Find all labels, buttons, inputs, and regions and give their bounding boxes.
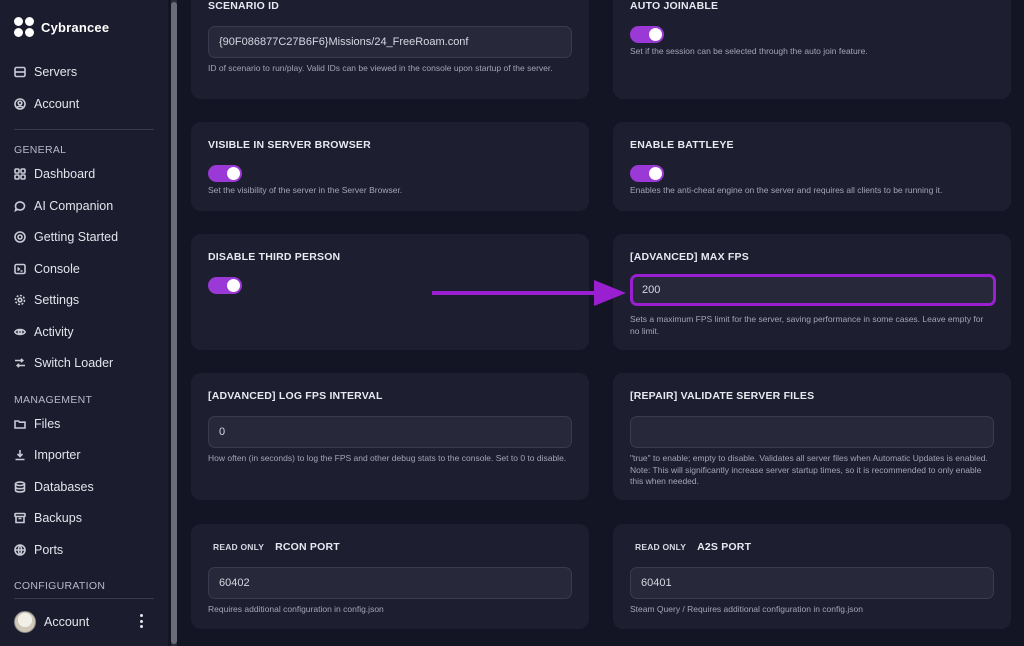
terminal-icon: [14, 263, 26, 275]
card-description: Requires additional configuration in con…: [208, 604, 384, 614]
sidebar-item-ports[interactable]: Ports: [14, 541, 63, 559]
sidebar-item-console[interactable]: Console: [14, 260, 80, 278]
server-icon: [14, 66, 26, 78]
sidebar-item-databases[interactable]: Databases: [14, 478, 94, 496]
gear-icon: [14, 294, 26, 306]
card-description: ID of scenario to run/play. Valid IDs ca…: [208, 63, 553, 73]
card-scenario-id: SCENARIO ID {90F086877C27B6F6}Missions/2…: [191, 0, 589, 99]
sidebar-item-importer[interactable]: Importer: [14, 446, 81, 464]
card-title: [ADVANCED] MAX FPS: [630, 251, 749, 263]
card-title: ENABLE BATTLEYE: [630, 139, 734, 151]
card-description: Sets a maximum FPS limit for the server,…: [630, 314, 984, 336]
sidebar-item-label: Ports: [34, 543, 64, 557]
card-title-text: RCON PORT: [275, 541, 340, 553]
card-rcon-port: READ ONLY RCON PORT 60402 Requires addit…: [191, 524, 589, 629]
read-only-badge: READ ONLY: [635, 542, 687, 552]
account-name: Account: [44, 615, 90, 629]
archive-icon: [14, 512, 26, 524]
sidebar-item-label: Account: [34, 97, 80, 111]
annotation-arrow-icon: [432, 280, 626, 306]
section-label-general: GENERAL: [14, 144, 67, 156]
card-log-fps-interval: [ADVANCED] LOG FPS INTERVAL 0 How often …: [191, 373, 589, 500]
card-description: Enables the anti-cheat engine on the ser…: [630, 185, 943, 195]
validate-server-files-input[interactable]: [630, 416, 994, 448]
lifebuoy-icon: [14, 231, 26, 243]
a2s-port-input[interactable]: 60401: [630, 567, 994, 599]
card-title: VISIBLE IN SERVER BROWSER: [208, 139, 371, 151]
sidebar-item-label: Getting Started: [34, 230, 119, 244]
card-description: How often (in seconds) to log the FPS an…: [208, 453, 567, 463]
read-only-badge: READ ONLY: [213, 542, 265, 552]
card-visible-server-browser: VISIBLE IN SERVER BROWSER Set the visibi…: [191, 122, 589, 211]
sidebar-item-activity[interactable]: Activity: [14, 323, 74, 341]
sidebar-item-switch-loader[interactable]: Switch Loader: [14, 354, 113, 372]
card-title: READ ONLY RCON PORT: [213, 541, 340, 553]
sidebar-item-getting-started[interactable]: Getting Started: [14, 228, 118, 246]
chat-icon: [14, 200, 26, 212]
card-enable-battleye: ENABLE BATTLEYE Enables the anti-cheat e…: [613, 122, 1011, 211]
sidebar-item-settings[interactable]: Settings: [14, 291, 79, 309]
card-title: [ADVANCED] LOG FPS INTERVAL: [208, 390, 383, 402]
sidebar: Cybrancee Servers Account GENERAL Dashbo…: [0, 0, 168, 646]
more-vertical-icon[interactable]: [140, 614, 144, 628]
sidebar-item-label: Switch Loader: [34, 356, 114, 370]
sidebar-divider: [14, 129, 154, 130]
sidebar-item-servers[interactable]: Servers: [14, 63, 77, 81]
folder-icon: [14, 418, 26, 430]
user-circle-icon: [14, 98, 26, 110]
card-description: "true" to enable; empty to disable. Vali…: [630, 453, 988, 486]
download-icon: [14, 449, 26, 461]
grid-icon: [14, 168, 26, 180]
brand-name: Cybrancee: [41, 19, 110, 35]
sidebar-item-label: Files: [34, 417, 61, 431]
sidebar-item-ai-companion[interactable]: AI Companion: [14, 197, 113, 215]
brand[interactable]: Cybrancee: [14, 17, 109, 37]
sidebar-item-label: Dashboard: [34, 167, 96, 181]
card-title: [REPAIR] VALIDATE SERVER FILES: [630, 390, 815, 402]
scenario-id-input[interactable]: {90F086877C27B6F6}Missions/24_FreeRoam.c…: [208, 26, 572, 58]
sidebar-item-dashboard[interactable]: Dashboard: [14, 165, 95, 183]
card-a2s-port: READ ONLY A2S PORT 60401 Steam Query / R…: [613, 524, 1011, 629]
sidebar-item-label: Servers: [34, 65, 78, 79]
sidebar-item-label: Settings: [34, 293, 80, 307]
card-title: AUTO JOINABLE: [630, 0, 719, 12]
sidebar-item-label: Console: [34, 262, 80, 276]
section-label-configuration: CONFIGURATION: [14, 580, 106, 592]
card-validate-server-files: [REPAIR] VALIDATE SERVER FILES "true" to…: [613, 373, 1011, 500]
account-menu[interactable]: Account: [14, 610, 154, 634]
card-title: READ ONLY A2S PORT: [635, 541, 751, 553]
card-auto-joinable: AUTO JOINABLE Set if the session can be …: [613, 0, 1011, 99]
sidebar-item-files[interactable]: Files: [14, 415, 60, 433]
auto-joinable-toggle[interactable]: [630, 26, 664, 43]
database-icon: [14, 481, 26, 493]
card-description: Set if the session can be selected throu…: [630, 46, 868, 56]
sidebar-item-label: AI Companion: [34, 199, 114, 213]
card-max-fps: [ADVANCED] MAX FPS 200 Sets a maximum FP…: [613, 234, 1011, 350]
brand-logo-icon: [14, 17, 34, 37]
card-description: Set the visibility of the server in the …: [208, 185, 403, 195]
card-title: DISABLE THIRD PERSON: [208, 251, 341, 263]
avatar: [14, 611, 36, 633]
sidebar-divider: [14, 598, 154, 599]
globe-icon: [14, 544, 26, 556]
sidebar-item-label: Activity: [34, 325, 74, 339]
visible-server-browser-toggle[interactable]: [208, 165, 242, 182]
sidebar-item-label: Importer: [34, 448, 81, 462]
sidebar-item-account[interactable]: Account: [14, 95, 79, 113]
sidebar-item-label: Databases: [34, 480, 94, 494]
max-fps-input[interactable]: 200: [630, 274, 996, 306]
shuffle-icon: [14, 357, 26, 369]
card-title: SCENARIO ID: [208, 0, 280, 12]
rcon-port-input[interactable]: 60402: [208, 567, 572, 599]
sidebar-item-label: Backups: [34, 511, 82, 525]
sidebar-item-backups[interactable]: Backups: [14, 509, 82, 527]
eye-icon: [14, 326, 26, 338]
sidebar-scrollbar[interactable]: [171, 2, 177, 644]
section-label-management: MANAGEMENT: [14, 394, 93, 406]
log-fps-interval-input[interactable]: 0: [208, 416, 572, 448]
card-description: Steam Query / Requires additional config…: [630, 604, 863, 614]
card-title-text: A2S PORT: [697, 541, 752, 553]
disable-third-person-toggle[interactable]: [208, 277, 242, 294]
enable-battleye-toggle[interactable]: [630, 165, 664, 182]
